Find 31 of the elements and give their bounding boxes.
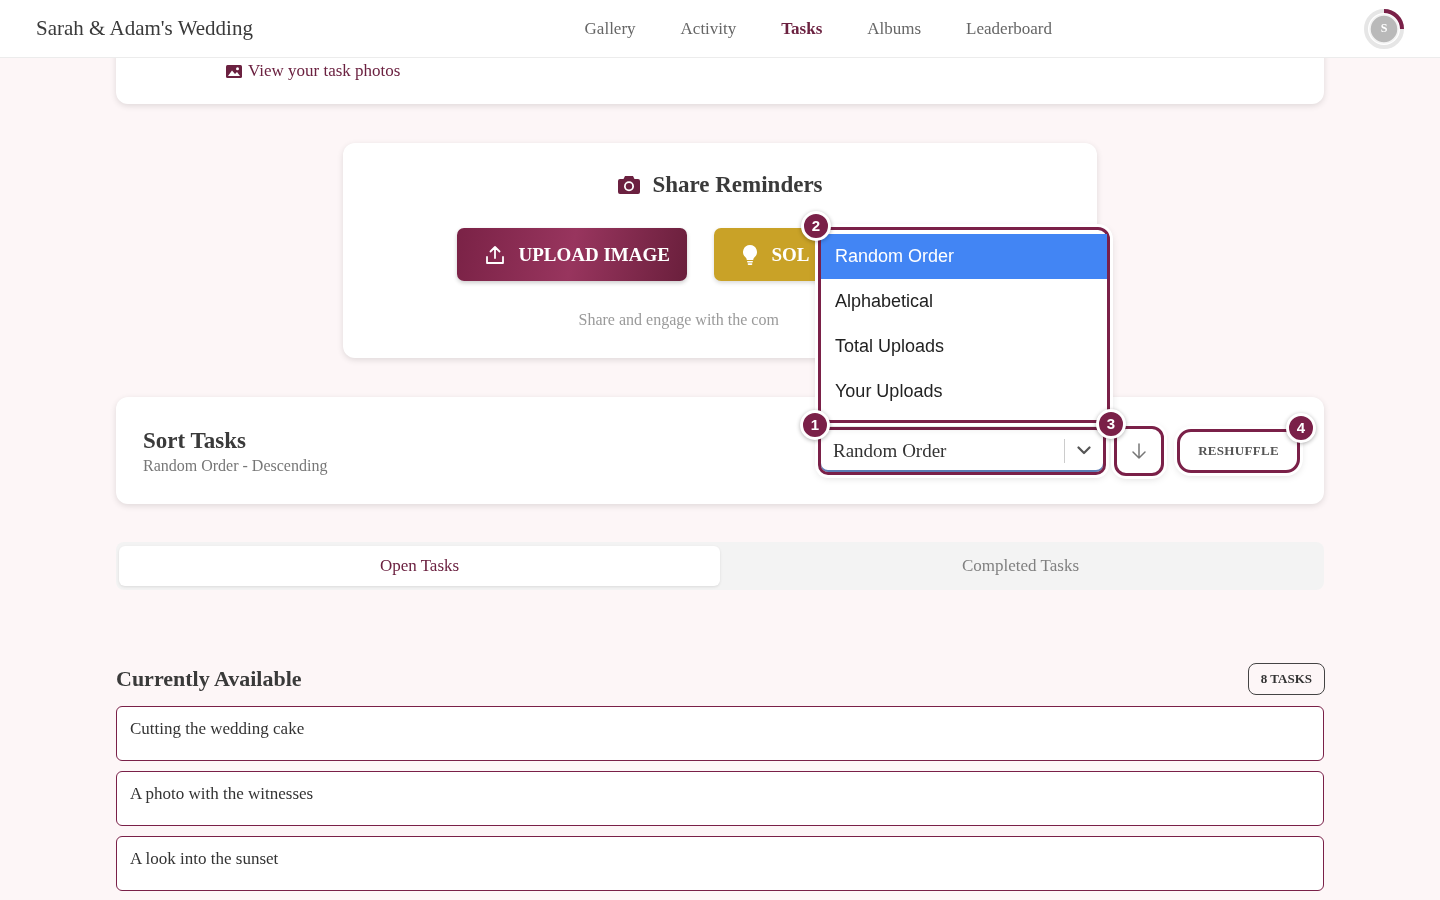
task-photos-link[interactable]: View your task photos	[226, 60, 401, 82]
nav-link[interactable]: Activity	[680, 18, 737, 39]
nav-link[interactable]: Tasks	[781, 18, 823, 39]
sort-option[interactable]: Total Uploads	[821, 323, 1107, 369]
sort-summary: Random Order - Descending	[143, 456, 328, 475]
nav-link[interactable]: Albums	[867, 18, 922, 39]
sort-direction-button[interactable]	[1114, 425, 1164, 476]
chevron-down-icon	[1077, 446, 1091, 455]
lightbulb-icon	[741, 243, 758, 266]
avatar-ring-icon	[1364, 8, 1404, 49]
sort-option[interactable]: Alphabetical	[821, 278, 1107, 324]
nav-link[interactable]: Gallery	[584, 18, 636, 39]
task-item[interactable]: A photo with the witnesses	[116, 771, 1324, 826]
nav-link[interactable]: Leaderboard	[966, 18, 1052, 39]
tab[interactable]: Open Tasks	[119, 546, 720, 586]
upload-image-button[interactable]: UPLOAD IMAGE	[456, 228, 687, 281]
share-description: Share and engage with the com	[578, 310, 780, 331]
section-title: Currently Available	[116, 666, 302, 692]
task-item[interactable]: A look into the sunset	[116, 836, 1324, 891]
task-item[interactable]: Cutting the wedding cake	[116, 706, 1324, 761]
step-marker: 1	[800, 409, 830, 440]
task-count: 8 TASKS	[1247, 663, 1325, 695]
sort-select[interactable]: Random Order	[818, 426, 1106, 475]
site-title: Sarah & Adam's Wedding	[36, 16, 253, 41]
image-icon	[226, 64, 242, 78]
camera-icon	[617, 175, 642, 195]
share-title: Share Reminders	[652, 172, 823, 198]
upload-icon	[484, 244, 505, 265]
tab[interactable]: Completed Tasks	[720, 546, 1321, 586]
sort-option[interactable]: Random Order	[821, 233, 1107, 279]
sort-title: Sort Tasks	[143, 426, 247, 455]
